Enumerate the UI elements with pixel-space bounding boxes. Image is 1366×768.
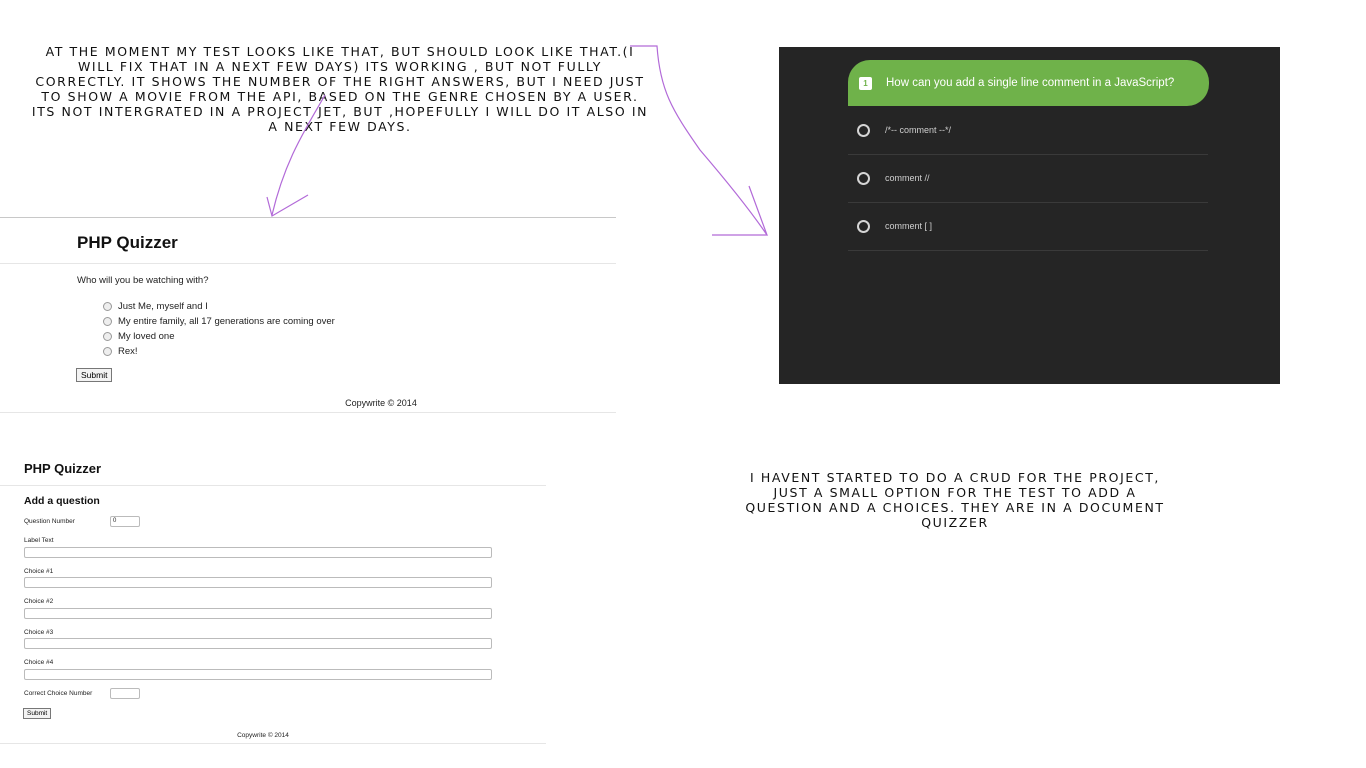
annotation-arrow-right	[630, 45, 769, 236]
footer-copyright: Copywrite © 2014	[345, 398, 417, 408]
question-number-badge: 1	[859, 76, 872, 90]
radio-button[interactable]	[103, 317, 112, 326]
answer-option[interactable]: /*-- comment --*/	[848, 106, 1208, 155]
divider	[0, 412, 616, 413]
divider	[0, 263, 616, 264]
choice3-label: Choice #3	[24, 629, 54, 636]
choice-item[interactable]: My loved one	[103, 329, 335, 344]
quiz-design-target: 1 How can you add a single line comment …	[779, 47, 1280, 384]
radio-circle-icon[interactable]	[857, 219, 870, 233]
answer-label: comment //	[885, 173, 930, 183]
radio-button[interactable]	[103, 332, 112, 341]
choice-item[interactable]: Just Me, myself and I	[103, 299, 335, 314]
radio-circle-icon[interactable]	[857, 123, 870, 137]
footer-copyright: Copywrite © 2014	[237, 732, 289, 739]
submit-button[interactable]: Submit	[23, 708, 52, 719]
answer-option[interactable]: comment [ ]	[848, 202, 1208, 251]
radio-button[interactable]	[103, 302, 112, 311]
choice-label: My loved one	[118, 331, 175, 342]
choice-label: My entire family, all 17 generations are…	[118, 316, 335, 327]
choice1-label: Choice #1	[24, 568, 54, 575]
correct-choice-label: Correct Choice Number	[24, 690, 93, 697]
choice2-input[interactable]	[24, 608, 492, 619]
question-number-label: Question Number	[24, 518, 75, 525]
choice3-input[interactable]	[24, 638, 492, 649]
label-text-label: Label Text	[24, 537, 54, 544]
radio-circle-icon[interactable]	[857, 171, 870, 185]
choice4-label: Choice #4	[24, 659, 54, 666]
choice4-input[interactable]	[24, 669, 492, 680]
form-heading: Add a question	[24, 495, 100, 507]
choice1-input[interactable]	[24, 577, 492, 588]
choice-label: Rex!	[118, 346, 138, 357]
answer-label: comment [ ]	[885, 221, 933, 231]
annotation-note-bottom: I havent started to do a crud for the pr…	[745, 470, 1165, 530]
choice-list: Just Me, myself and I My entire family, …	[103, 299, 335, 359]
divider	[0, 743, 546, 744]
label-text-input[interactable]	[24, 547, 492, 558]
correct-choice-input[interactable]	[110, 688, 140, 699]
radio-button[interactable]	[103, 347, 112, 356]
admin-title: PHP Quizzer	[24, 461, 102, 476]
question-bar: 1 How can you add a single line comment …	[848, 60, 1209, 106]
question-text: How can you add a single line comment in…	[886, 77, 1175, 89]
choice-item[interactable]: Rex!	[103, 344, 335, 359]
quiz-page-current: PHP Quizzer Who will you be watching wit…	[0, 217, 616, 413]
add-question-page: PHP Quizzer Add a question Question Numb…	[0, 452, 546, 744]
answer-label: /*-- comment --*/	[885, 125, 952, 135]
choice-label: Just Me, myself and I	[118, 301, 208, 312]
answer-option[interactable]: comment //	[848, 154, 1208, 203]
quiz-title: PHP Quizzer	[77, 233, 178, 252]
quiz-question: Who will you be watching with?	[77, 275, 209, 286]
divider	[0, 217, 616, 218]
choice2-label: Choice #2	[24, 598, 54, 605]
question-number-input[interactable]: 0	[110, 516, 140, 527]
choice-item[interactable]: My entire family, all 17 generations are…	[103, 314, 335, 329]
submit-button[interactable]: Submit	[76, 368, 113, 382]
divider	[0, 485, 546, 486]
annotation-note-top: At the moment my test looks like that, b…	[31, 44, 649, 134]
